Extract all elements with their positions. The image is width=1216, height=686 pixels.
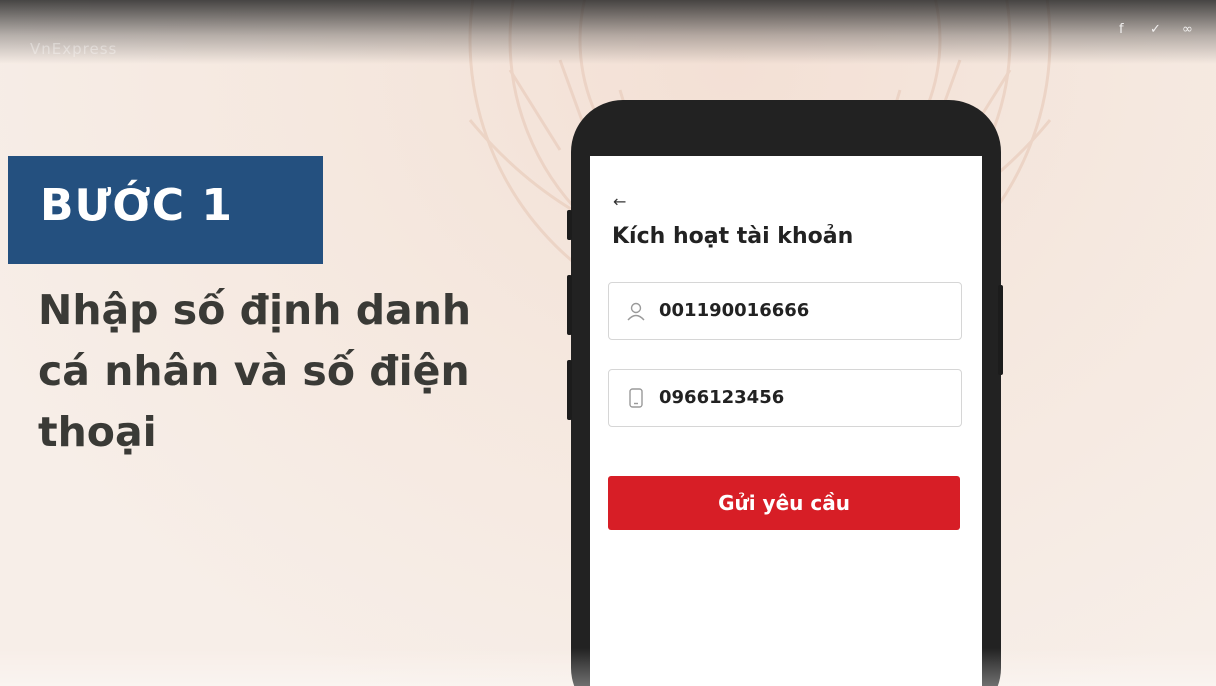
twitter-icon[interactable]: ✓ <box>1150 22 1161 37</box>
phone-side-button <box>567 210 572 240</box>
link-icon[interactable]: ∞ <box>1182 22 1193 37</box>
step-description-line: Nhập số định danh <box>38 286 472 334</box>
phone-power-button <box>998 285 1003 375</box>
phone-screen: ← Kích hoạt tài khoản 001190016666 09661… <box>590 156 982 686</box>
facebook-icon[interactable]: f <box>1119 22 1124 37</box>
back-arrow-icon[interactable]: ← <box>613 192 626 211</box>
user-icon <box>627 302 645 321</box>
phone-number-field[interactable]: 0966123456 <box>608 369 962 427</box>
step-label: BƯỚC 1 <box>40 180 233 231</box>
phone-number-value: 0966123456 <box>659 387 785 408</box>
screen-title: Kích hoạt tài khoản <box>612 224 854 249</box>
step-description-line: thoại <box>38 408 157 456</box>
brand-logo: VnExpress <box>30 40 117 58</box>
id-number-field[interactable]: 001190016666 <box>608 282 962 340</box>
step-description-line: cá nhân và số điện <box>38 347 470 395</box>
brand-text: VnExpress <box>30 40 118 58</box>
top-overlay-bar: VnExpress f ✓ ∞ <box>0 0 1216 64</box>
phone-side-button <box>567 275 572 335</box>
submit-request-button[interactable]: Gửi yêu cầu <box>608 476 960 530</box>
step-description: Nhập số định danh cá nhân và số điện tho… <box>38 280 538 463</box>
video-frame: VnExpress f ✓ ∞ BƯỚC 1 Nhập số định danh… <box>0 0 1216 686</box>
video-controls-bar <box>0 648 1216 686</box>
id-number-value: 001190016666 <box>659 300 810 321</box>
phone-side-button <box>567 360 572 420</box>
mobile-phone-icon <box>629 388 643 408</box>
